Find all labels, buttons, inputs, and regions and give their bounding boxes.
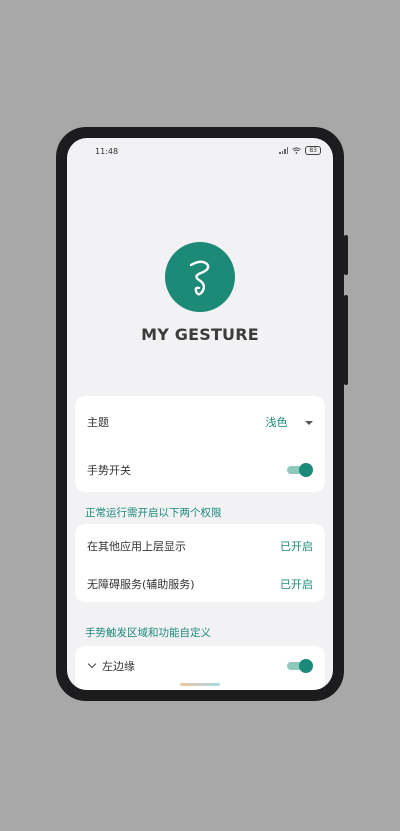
power-button [344, 295, 348, 385]
gesture-logo-icon [165, 242, 235, 312]
theme-row[interactable]: 主题 浅色 [75, 404, 325, 440]
zones-section-title: 手势触发区域和功能自定义 [85, 627, 211, 639]
volume-button [344, 235, 348, 275]
left-edge-toggle[interactable] [287, 659, 313, 673]
left-edge-row[interactable]: 左边缘 [75, 648, 325, 684]
home-indicator[interactable] [180, 683, 220, 686]
signal-icon [279, 147, 289, 154]
app-screen: 11:48 83 MY GESTURE 主题 浅色 手势开关 正常运行需开启以下… [67, 138, 333, 690]
permissions-section-title: 正常运行需开启以下两个权限 [85, 507, 222, 519]
permission-status: 已开启 [280, 540, 313, 553]
theme-value: 浅色 [265, 416, 288, 429]
phone-frame: 11:48 83 MY GESTURE 主题 浅色 手势开关 正常运行需开启以下… [56, 127, 348, 701]
status-icons: 83 [279, 146, 321, 155]
app-title: MY GESTURE [141, 325, 259, 344]
permission-row-overlay[interactable]: 在其他应用上层显示 已开启 [75, 528, 325, 564]
battery-icon: 83 [305, 146, 321, 155]
status-time: 11:48 [95, 147, 119, 156]
left-edge-label: 左边缘 [102, 660, 135, 673]
gesture-switch-row: 手势开关 [75, 452, 325, 488]
general-settings-card: 主题 浅色 手势开关 [75, 396, 325, 492]
theme-dropdown[interactable]: 浅色 [265, 414, 313, 430]
dropdown-arrow-icon [305, 421, 313, 425]
wifi-icon [292, 147, 302, 154]
permission-label: 在其他应用上层显示 [87, 540, 186, 553]
permission-status: 已开启 [280, 578, 313, 591]
gesture-switch-label: 手势开关 [87, 464, 131, 477]
permissions-card: 在其他应用上层显示 已开启 无障碍服务(辅助服务) 已开启 [75, 524, 325, 602]
status-bar: 11:48 83 [67, 138, 333, 162]
gesture-switch-toggle[interactable] [287, 463, 313, 477]
permission-row-accessibility[interactable]: 无障碍服务(辅助服务) 已开启 [75, 566, 325, 602]
permission-label: 无障碍服务(辅助服务) [87, 578, 195, 591]
chevron-down-icon [87, 659, 97, 669]
theme-label: 主题 [87, 416, 109, 429]
left-edge-header[interactable]: 左边缘 [87, 658, 135, 674]
